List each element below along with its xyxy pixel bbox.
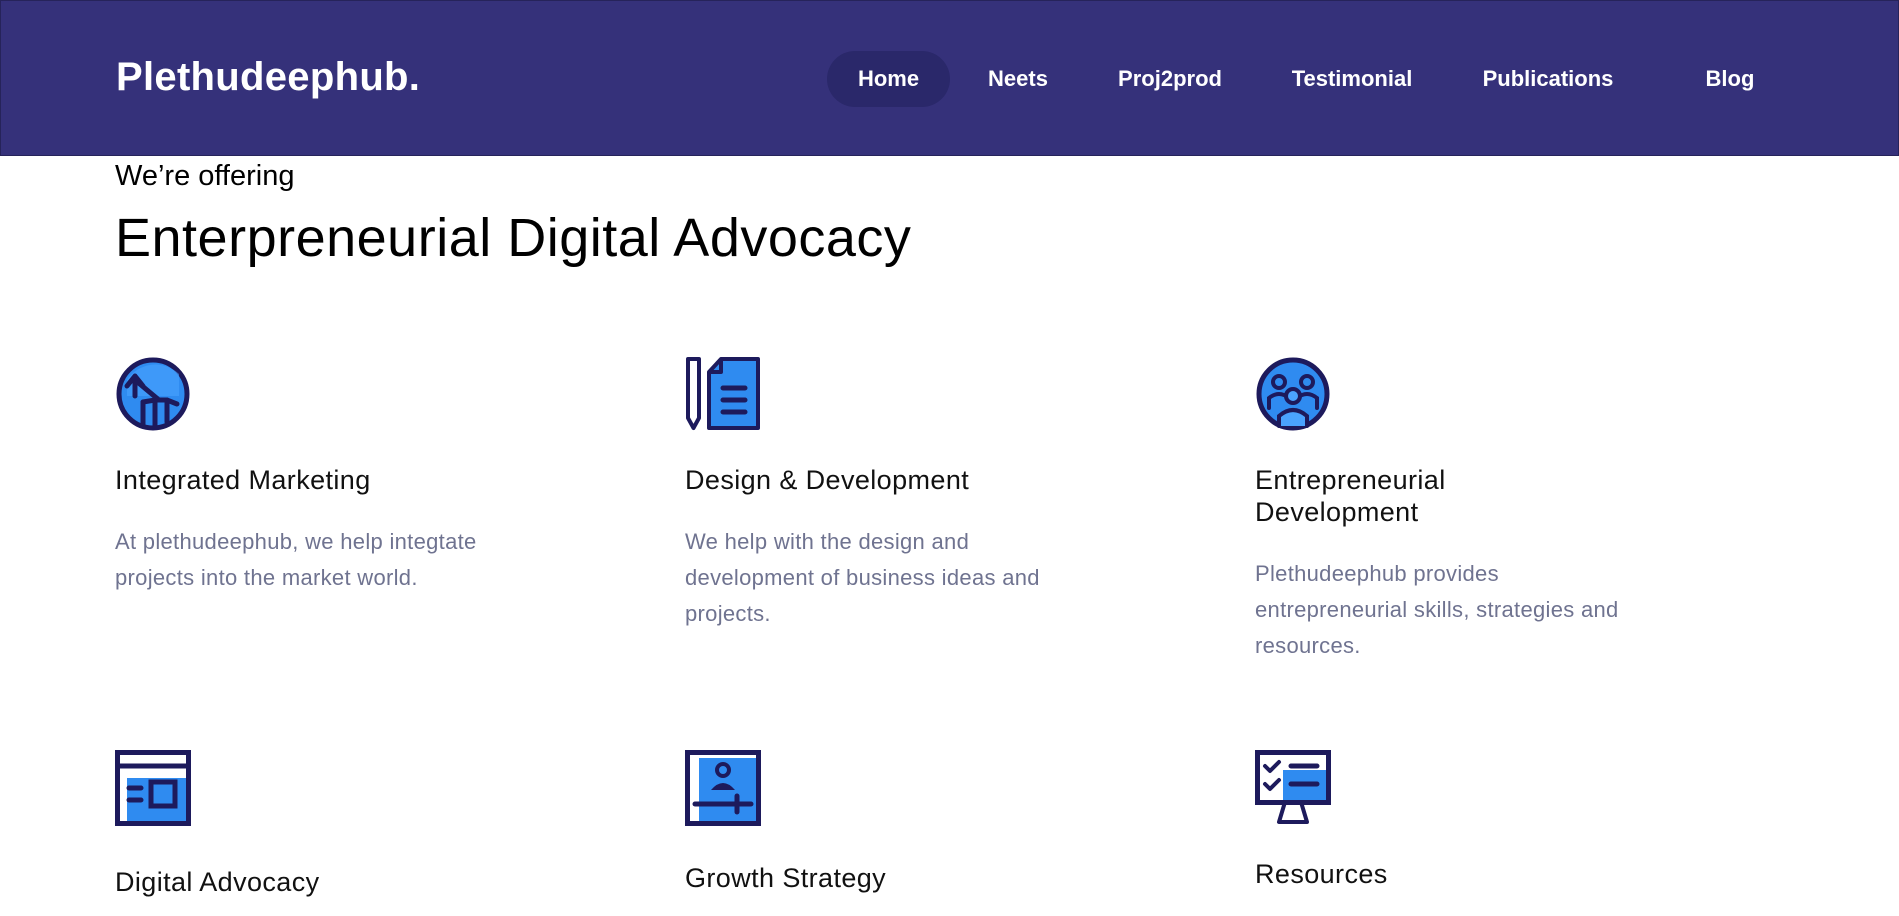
service-description: We help with the design and development …	[685, 529, 1040, 626]
service-title: Design & Development	[685, 465, 970, 495]
service-title: Digital Advocacy	[115, 867, 320, 897]
site-logo[interactable]: Plethudeephub.	[116, 55, 420, 100]
browser-window-icon	[115, 750, 191, 826]
nav-blog[interactable]: Blog	[1689, 51, 1771, 107]
nav-neets[interactable]: Neets	[969, 51, 1067, 107]
team-group-icon	[1255, 356, 1331, 432]
section-headline: Enterpreneurial Digital Advocacy	[115, 208, 912, 268]
pencil-document-icon	[685, 356, 761, 432]
service-title: Resources	[1255, 859, 1388, 889]
nav-home[interactable]: Home	[827, 51, 950, 107]
nav-proj2prod[interactable]: Proj2prod	[1101, 51, 1239, 107]
service-title: Entrepreneurial Development	[1255, 465, 1446, 527]
checklist-monitor-icon	[1255, 750, 1331, 826]
service-description: Plethudeephub provides entrepreneurial s…	[1255, 561, 1619, 658]
top-navigation-bar: Plethudeephub. Home Neets Proj2prod Test…	[0, 0, 1899, 156]
nav-testimonial[interactable]: Testimonial	[1277, 51, 1427, 107]
nav-publications[interactable]: Publications	[1467, 51, 1629, 107]
growth-chart-icon	[115, 356, 191, 432]
section-kicker: We’re offering	[115, 160, 295, 192]
service-title: Integrated Marketing	[115, 465, 371, 495]
service-description: At plethudeephub, we help integtate proj…	[115, 529, 477, 590]
profile-card-icon	[685, 750, 761, 826]
service-title: Growth Strategy	[685, 863, 887, 893]
